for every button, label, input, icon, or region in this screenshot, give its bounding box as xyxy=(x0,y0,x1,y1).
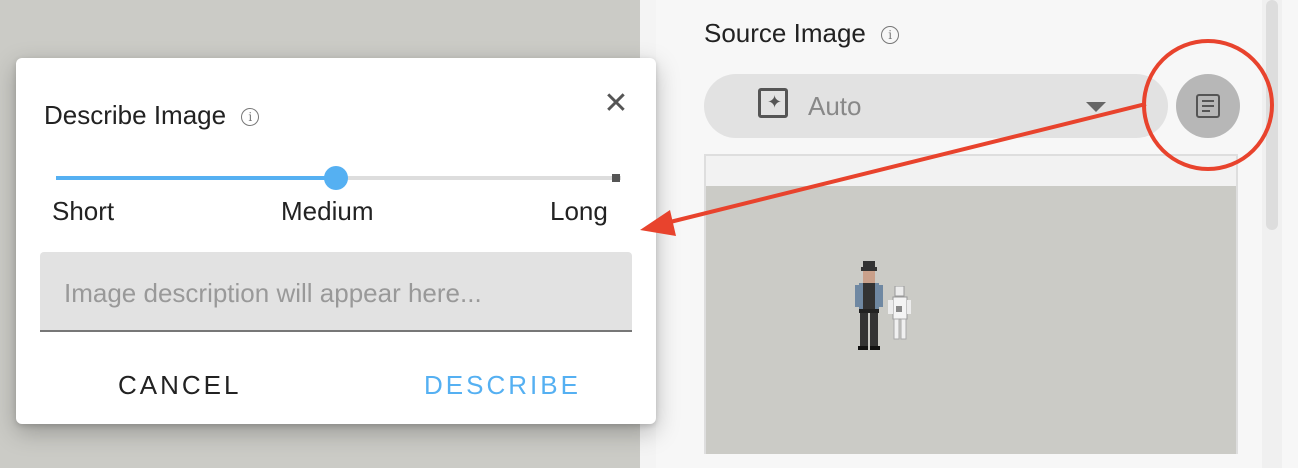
source-image-title-text: Source Image xyxy=(704,18,866,48)
document-line xyxy=(1202,105,1214,107)
source-image-preview[interactable] xyxy=(706,186,1236,454)
dialog-title: Describe Image i xyxy=(44,100,260,131)
length-slider[interactable] xyxy=(56,165,621,191)
document-line xyxy=(1202,110,1210,112)
slider-label-long: Long xyxy=(550,196,608,226)
info-icon[interactable]: i xyxy=(241,108,260,127)
describe-image-button[interactable] xyxy=(1176,74,1240,138)
slider-label-medium: Medium xyxy=(281,196,374,226)
source-image-title: Source Image i xyxy=(704,18,900,49)
select-value: Auto xyxy=(808,91,862,121)
image-description-field[interactable]: Image description will appear here... xyxy=(40,252,632,332)
person-figure-image xyxy=(855,261,883,350)
info-icon[interactable]: i xyxy=(881,26,900,45)
document-line xyxy=(1202,100,1214,102)
dialog-title-text: Describe Image xyxy=(44,100,227,130)
scrollbar-thumb[interactable] xyxy=(1266,0,1278,230)
slider-fill xyxy=(56,176,336,180)
sparkle-image-icon xyxy=(758,88,788,118)
close-icon[interactable]: ✕ xyxy=(598,86,634,122)
describe-button[interactable]: DESCRIBE xyxy=(424,370,581,401)
source-image-select[interactable]: Auto xyxy=(704,74,1168,138)
source-image-panel: Source Image i Auto xyxy=(656,0,1298,468)
slider-label-short: Short xyxy=(52,196,115,226)
source-image-frame xyxy=(704,154,1238,454)
slider-end-marker xyxy=(612,174,620,182)
child-figure-image xyxy=(888,286,911,340)
slider-thumb[interactable] xyxy=(324,166,348,190)
cancel-button[interactable]: CANCEL xyxy=(118,370,241,401)
describe-image-dialog: Describe Image i ✕ Short Medium Long Ima… xyxy=(16,58,656,424)
document-icon xyxy=(1196,94,1220,118)
chevron-down-icon[interactable] xyxy=(1086,102,1106,112)
description-placeholder: Image description will appear here... xyxy=(64,278,482,308)
